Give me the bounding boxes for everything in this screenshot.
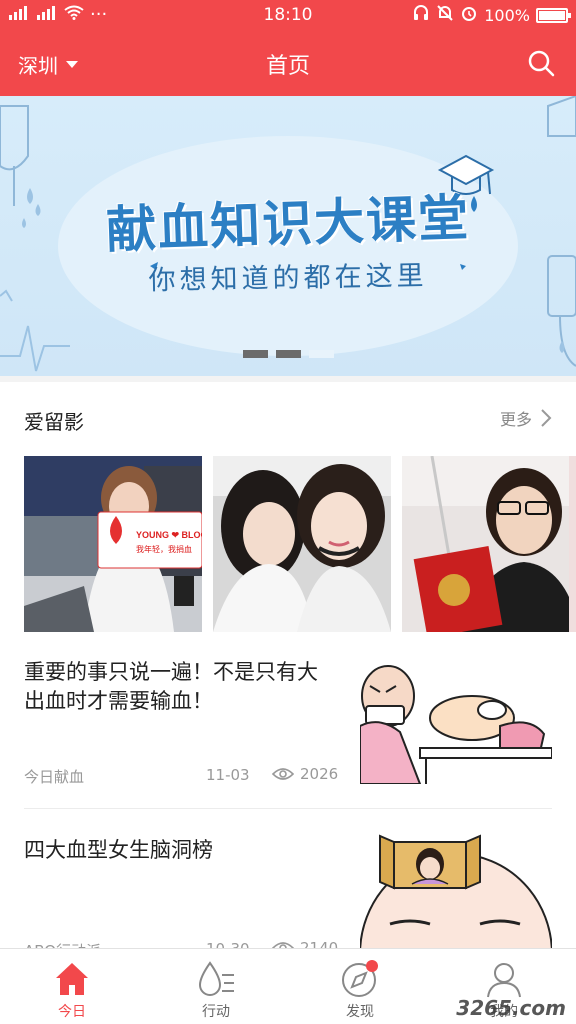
alarm-clock-icon (460, 4, 478, 26)
article-source: 今日献血 (24, 768, 85, 786)
drop-list-icon (198, 961, 234, 996)
section-header: 爱留影 更多 (0, 382, 576, 452)
nav-label: 发现 (346, 1004, 374, 1020)
article-item[interactable]: 四大血型女生脑洞榜 ABO行动派 10-30 2140 (0, 818, 576, 960)
site-watermark: 3265.com (456, 996, 566, 1020)
page-title: 首页 (265, 54, 310, 79)
article-title: 重要的事只说一遍！不是只有大出血时才需要输血！ (24, 660, 318, 713)
battery-icon (536, 7, 571, 23)
selfie-photo (213, 456, 391, 632)
eye-icon (272, 768, 294, 780)
nav-label: 今日 (58, 1004, 86, 1020)
user-icon (487, 963, 521, 998)
compass-icon (342, 960, 378, 997)
article-thumbnail (360, 834, 552, 948)
donor-photo: YOUNG ❤ BLOOD 我年轻，我捐血 (24, 456, 202, 632)
article-item[interactable]: 重要的事只说一遍！不是只有大出血时才需要输血！ 今日献血 11-03 2026 (0, 642, 576, 808)
photo-card-partial[interactable] (569, 456, 576, 632)
article-view-count: 2026 (300, 765, 339, 783)
alarm-off-icon (436, 4, 454, 26)
carousel-dot[interactable] (276, 350, 301, 358)
status-right: 100% (412, 4, 571, 26)
nav-item-discover[interactable]: 发现 (288, 949, 432, 1024)
nav-label: 行动 (202, 1004, 230, 1020)
photo-subcaption: 我年轻，我捐血 (136, 544, 192, 554)
article-views: 2026 (272, 765, 338, 783)
nav-item-today[interactable]: 今日 (0, 949, 144, 1024)
photo-card[interactable]: YOUNG ❤ BLOOD 我年轻，我捐血 (24, 456, 202, 632)
chevron-right-icon (541, 409, 552, 427)
nav-item-action[interactable]: 行动 (144, 949, 288, 1024)
search-icon (528, 50, 555, 77)
section-title: 爱留影 (24, 410, 84, 434)
photo-caption: YOUNG ❤ BLOOD (136, 530, 202, 540)
photo-card[interactable] (402, 456, 576, 632)
battery-label: 100% (484, 5, 530, 25)
carousel-dot[interactable] (243, 350, 268, 358)
article-title: 四大血型女生脑洞榜 (24, 838, 213, 862)
photo-strip[interactable]: YOUNG ❤ BLOOD 我年轻，我捐血 (24, 456, 576, 632)
photo-card[interactable] (213, 456, 391, 632)
notification-badge (366, 960, 378, 972)
article-thumbnail (360, 656, 552, 784)
certificate-photo (402, 456, 576, 632)
app-header: 深圳 首页 (0, 30, 576, 96)
search-button[interactable] (526, 48, 556, 78)
banner-carousel[interactable]: 献血知识大课堂 你想知道的都在这里 (0, 96, 576, 376)
headset-icon (412, 4, 430, 26)
carousel-indicator (243, 350, 334, 358)
home-icon (56, 963, 88, 995)
article-date: 11-03 (206, 766, 250, 784)
carousel-dot-active[interactable] (309, 350, 334, 358)
status-bar: ··· 18:10 100% (0, 0, 576, 30)
more-link[interactable]: 更多 (500, 406, 552, 430)
article-divider (24, 808, 552, 809)
more-label: 更多 (499, 410, 532, 429)
